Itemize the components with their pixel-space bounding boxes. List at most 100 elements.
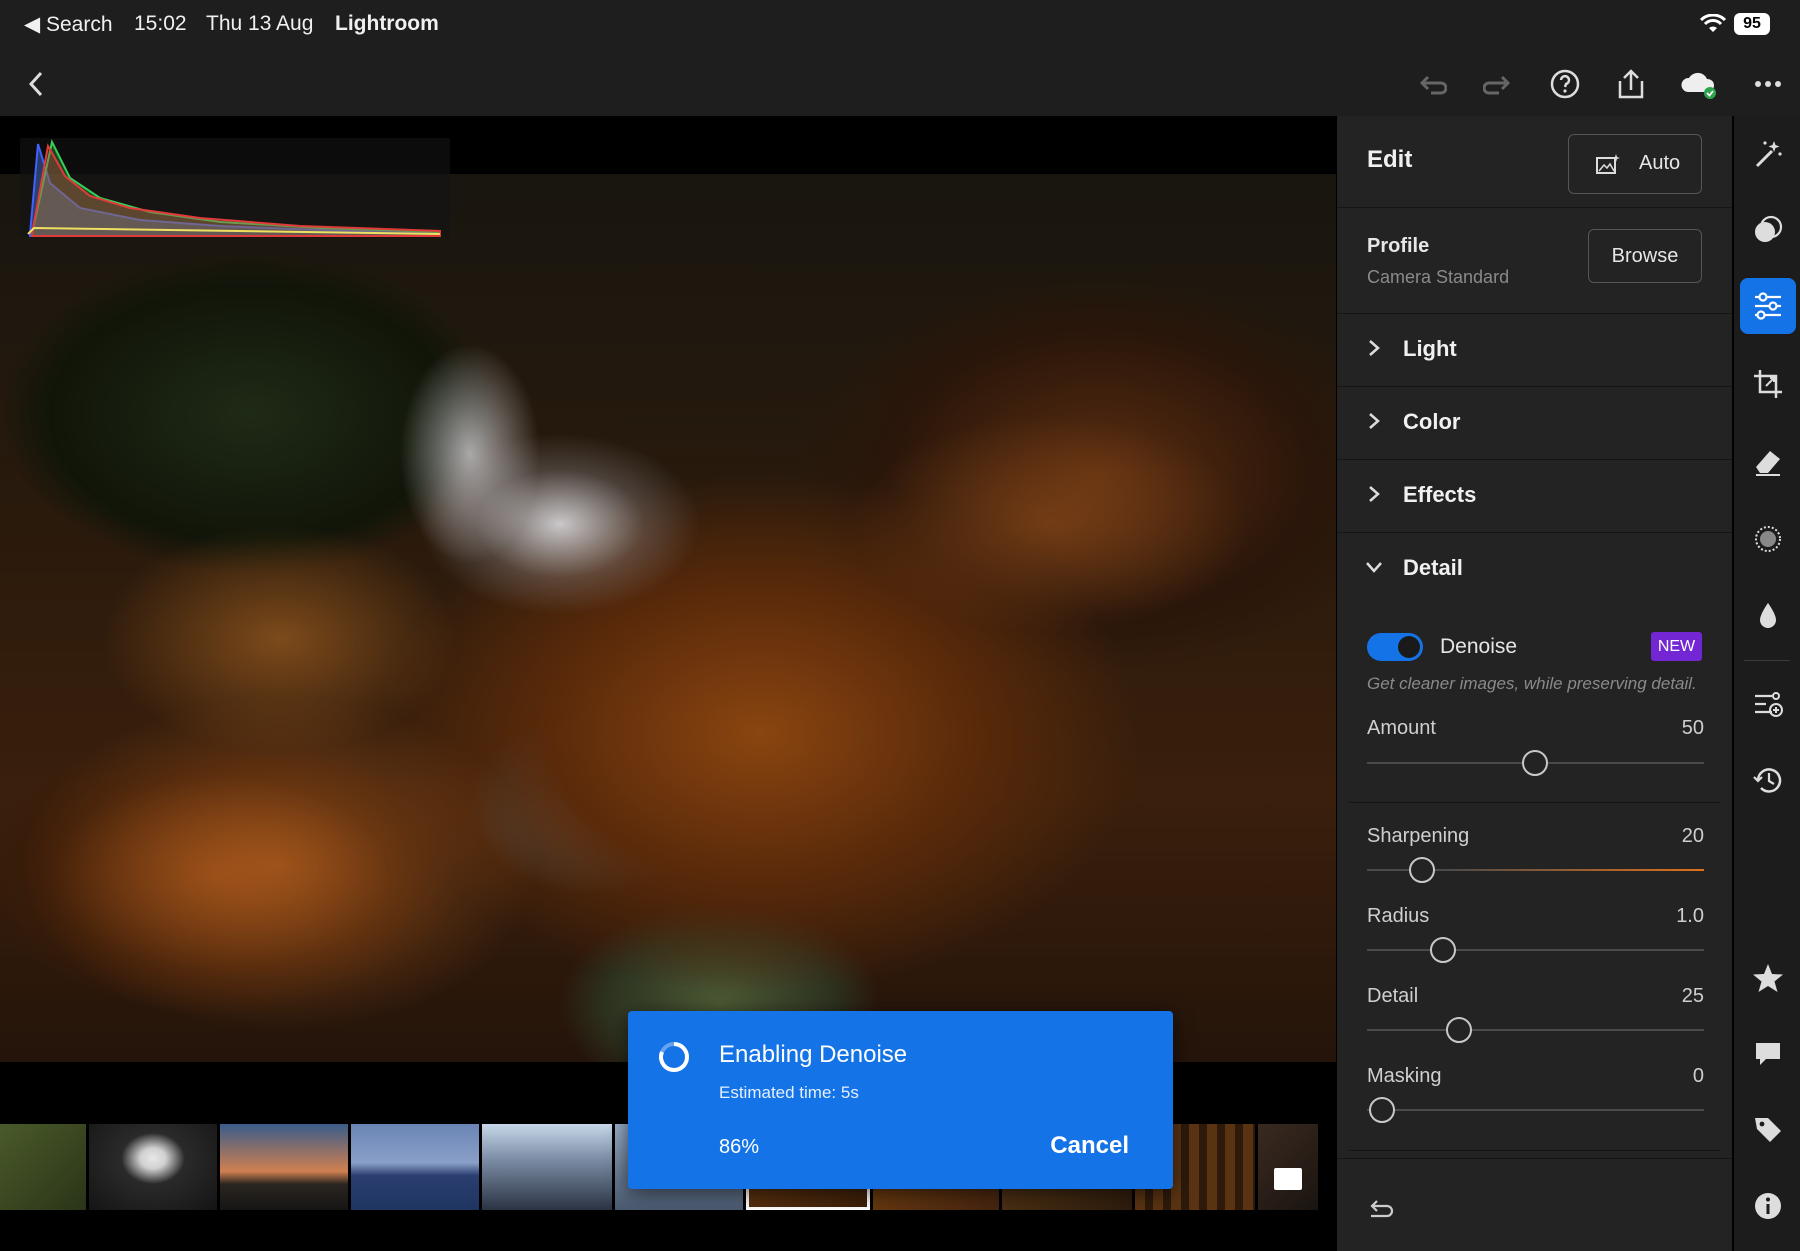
reset-undo-icon [1370, 1200, 1394, 1218]
auto-wand-icon [1755, 141, 1782, 168]
filmstrip-thumbnail[interactable] [482, 1124, 612, 1210]
versions-tool-button[interactable] [1740, 676, 1796, 732]
photo-image [0, 174, 1336, 1062]
masking-icon [1755, 526, 1781, 552]
chevron-down-icon [1366, 562, 1382, 573]
toast-subtitle: Estimated time: 5s [719, 1083, 859, 1102]
filmstrip-thumbnail[interactable] [89, 1124, 217, 1210]
auto-tool-button[interactable] [1740, 126, 1796, 182]
histogram [20, 138, 450, 238]
crop-tool-button[interactable] [1740, 356, 1796, 412]
keywords-button[interactable] [1740, 1102, 1796, 1158]
slider-value: 0 [1692, 1065, 1704, 1087]
slider-value: 50 [1681, 717, 1704, 739]
detail-slider[interactable]: Detail 25 [1367, 985, 1704, 1045]
tag-icon [1755, 1118, 1781, 1142]
chevron-right-icon [1369, 413, 1380, 429]
section-label: Light [1403, 336, 1457, 361]
redo-button[interactable] [1476, 62, 1520, 106]
back-to-search-link[interactable]: ◀ Search [24, 12, 113, 37]
section-label: Effects [1403, 482, 1477, 507]
star-icon [1753, 964, 1783, 992]
rating-button[interactable] [1740, 950, 1796, 1006]
info-icon [1755, 1193, 1781, 1219]
profile-label: Profile [1367, 235, 1430, 257]
wifi-icon [1700, 14, 1726, 32]
slider-label: Radius [1367, 905, 1430, 927]
slider-knob[interactable] [1522, 750, 1548, 776]
profile-value: Camera Standard [1367, 267, 1510, 287]
color-mix-tool-button[interactable] [1740, 588, 1796, 644]
auto-label: Auto [1639, 152, 1681, 174]
reset-button[interactable] [1361, 1187, 1401, 1227]
chevron-right-icon [1369, 340, 1380, 356]
battery-indicator: 95 [1734, 13, 1770, 35]
section-detail[interactable]: Detail [1337, 533, 1732, 605]
edit-panel-title: Edit [1367, 146, 1413, 173]
sharpening-slider[interactable]: Sharpening 20 [1367, 825, 1704, 885]
slider-knob[interactable] [1369, 1097, 1395, 1123]
presets-icon [1755, 215, 1783, 242]
slider-value: 1.0 [1676, 905, 1704, 927]
chevron-left-icon [28, 71, 43, 97]
slider-knob[interactable] [1409, 857, 1435, 883]
slider-label: Detail [1367, 985, 1419, 1007]
top-toolbar [0, 50, 1800, 116]
edit-tool-button[interactable] [1740, 278, 1796, 334]
history-icon [1753, 768, 1782, 793]
radius-slider[interactable]: Radius 1.0 [1367, 905, 1704, 965]
filmstrip-thumbnail[interactable] [351, 1124, 479, 1210]
info-button[interactable] [1740, 1178, 1796, 1234]
status-time: 15:02 [134, 12, 187, 35]
slider-label: Masking [1367, 1065, 1442, 1087]
help-icon [1550, 69, 1580, 99]
healing-tool-button[interactable] [1740, 433, 1796, 489]
undo-button[interactable] [1410, 62, 1454, 106]
presets-tool-button[interactable] [1740, 202, 1796, 258]
auto-button[interactable]: Auto [1568, 134, 1702, 194]
status-bar: ◀ Search 15:02 Thu 13 Aug Lightroom 95 [0, 0, 1800, 50]
section-label: Color [1403, 409, 1461, 434]
status-date: Thu 13 Aug [206, 12, 314, 35]
section-effects[interactable]: Effects [1337, 460, 1732, 533]
status-app-name: Lightroom [335, 12, 439, 35]
photo-canvas[interactable] [0, 116, 1336, 1066]
help-button[interactable] [1543, 62, 1587, 106]
cloud-sync-button[interactable] [1676, 62, 1720, 106]
filmstrip-thumbnail[interactable] [1258, 1124, 1318, 1210]
comments-button[interactable] [1740, 1026, 1796, 1082]
comment-icon [1756, 1043, 1780, 1065]
denoise-toggle[interactable] [1367, 633, 1423, 661]
slider-knob[interactable] [1430, 937, 1456, 963]
slider-label: Amount [1367, 717, 1436, 739]
filmstrip-collapse-icon [1274, 1168, 1302, 1190]
versions-icon [1755, 692, 1783, 717]
denoise-hint: Get cleaner images, while preserving det… [1367, 674, 1697, 693]
history-tool-button[interactable] [1740, 752, 1796, 808]
share-button[interactable] [1609, 62, 1653, 106]
section-label: Detail [1403, 555, 1463, 580]
cloud-synced-icon [1681, 72, 1716, 99]
slider-value: 25 [1681, 985, 1704, 1007]
undo-icon [1419, 75, 1447, 95]
more-dots-icon [1755, 81, 1781, 87]
filmstrip-thumbnail[interactable] [220, 1124, 348, 1210]
filmstrip-thumbnail[interactable] [0, 1124, 86, 1210]
slider-knob[interactable] [1446, 1017, 1472, 1043]
section-color[interactable]: Color [1337, 387, 1732, 460]
loading-spinner-icon [659, 1042, 689, 1072]
denoise-label: Denoise [1440, 635, 1518, 658]
healing-eraser-icon [1756, 451, 1780, 476]
toast-progress-label: 86% [719, 1136, 760, 1158]
redo-icon [1483, 75, 1511, 95]
crop-icon [1754, 370, 1782, 398]
toast-title: Enabling Denoise [719, 1041, 908, 1068]
more-button[interactable] [1746, 62, 1790, 106]
toast-cancel-button[interactable]: Cancel [1050, 1132, 1129, 1160]
browse-profiles-button[interactable]: Browse [1588, 229, 1702, 283]
masking-tool-button[interactable] [1740, 511, 1796, 567]
masking-slider[interactable]: Masking 0 [1367, 1065, 1704, 1125]
amount-slider[interactable]: Amount 50 [1367, 717, 1704, 777]
section-light[interactable]: Light [1337, 314, 1732, 387]
back-button[interactable] [14, 62, 58, 106]
